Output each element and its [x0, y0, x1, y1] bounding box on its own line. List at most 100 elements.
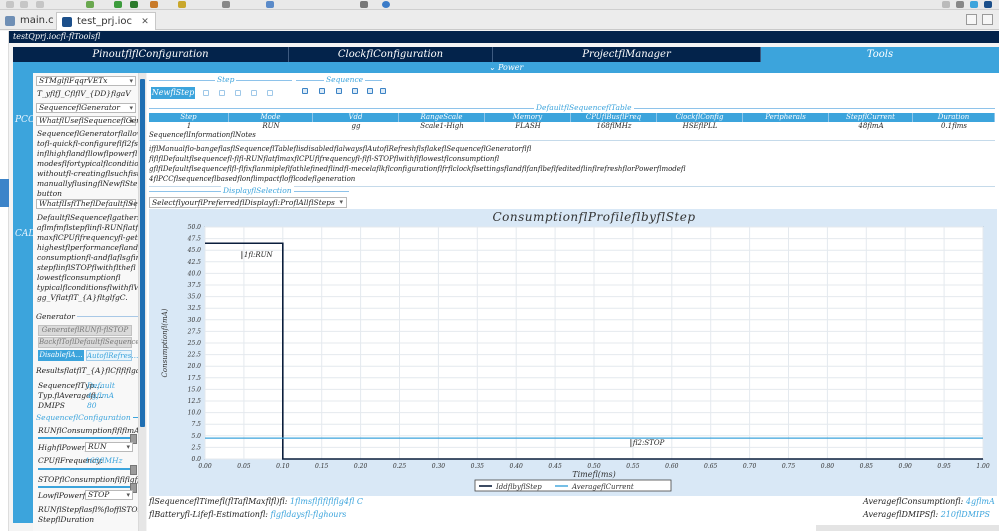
table-cell[interactable]: 48flmA: [829, 122, 913, 131]
refresh-sequence-icon[interactable]: [367, 88, 373, 94]
mcu-select[interactable]: STMglflFqqrVETx: [36, 76, 136, 86]
battery-life-value: flgfldaysfl-flghours: [270, 510, 347, 519]
display-select[interactable]: SelectflyourflPreferredflDisplayfl:Profl…: [149, 197, 347, 208]
move-down-icon[interactable]: [251, 90, 257, 96]
back-icon[interactable]: [6, 1, 14, 8]
table-cell[interactable]: 1: [149, 122, 229, 131]
delete-step-icon[interactable]: [203, 90, 209, 96]
x-tick-label: 0.45: [548, 463, 562, 470]
what-is-generator-select[interactable]: WhatflUseflSequenceflGener…: [36, 116, 138, 126]
debug-icon[interactable]: [86, 1, 94, 8]
table-cell[interactable]: Scale1-High: [399, 122, 485, 131]
y-tick-label: 5.0: [191, 433, 201, 440]
misc-icon[interactable]: [360, 1, 368, 8]
high-power-mode-select[interactable]: RUN: [85, 442, 133, 452]
disable-auto-button[interactable]: DisableflA…: [38, 350, 84, 361]
table-header[interactable]: CPUflBusflFreq: [571, 113, 657, 122]
save-sequence-icon[interactable]: [319, 88, 325, 94]
generate-run-stop-button[interactable]: GenerateflRUNfl-flSTOP: [38, 325, 132, 336]
perspective-cpp-icon[interactable]: [956, 1, 964, 8]
legend-label-average: AverageflCurrent: [571, 483, 634, 491]
y-tick-label: 45.0: [187, 247, 202, 254]
search-icon[interactable]: [266, 1, 274, 8]
editor-tabbar: main.c test_prj.ioc ✕: [0, 10, 999, 30]
table-header[interactable]: Step: [149, 113, 229, 122]
table-header[interactable]: ClockflConfig: [657, 113, 743, 122]
y-tick-label: 35.0: [188, 294, 202, 301]
x-tick-label: 0.65: [704, 463, 718, 470]
power-header[interactable]: ⌄ Power: [13, 62, 999, 73]
bottom-scrollbar[interactable]: [816, 525, 999, 531]
delete-sequence-icon[interactable]: [336, 88, 342, 94]
y-tick-label: 0.0: [191, 456, 201, 463]
side-view-selection[interactable]: [0, 179, 9, 207]
perspective-device-icon[interactable]: [970, 1, 978, 8]
table-header[interactable]: StepflCurrent: [829, 113, 913, 122]
compare-sequence-icon[interactable]: [352, 88, 358, 94]
new-step-button[interactable]: NewflStep: [151, 87, 195, 99]
table-cell[interactable]: RUN: [229, 122, 313, 131]
table-header[interactable]: Peripherals: [743, 113, 829, 122]
table-header[interactable]: Duration: [913, 113, 995, 122]
table-cell[interactable]: 0.1flms: [913, 122, 995, 131]
info-line: 4flPCCflsequenceflbasedflonflimpactfloff…: [149, 175, 356, 183]
side-view-strip: [0, 31, 9, 531]
average-dmips-stat: AverageflDMIPSfl: 210flDMIPS: [863, 510, 990, 519]
y-tick-label: 20.0: [187, 363, 202, 370]
auto-refresh-button[interactable]: AutoflRefres…: [86, 350, 138, 361]
navigate-icon[interactable]: [36, 1, 44, 8]
tab-project-manager[interactable]: ProjectflManager: [493, 47, 761, 62]
tab-tools[interactable]: Tools: [761, 47, 999, 62]
x-tick-label: 0.60: [665, 463, 679, 470]
table-cell[interactable]: gg: [313, 122, 399, 131]
move-up-icon[interactable]: [235, 90, 241, 96]
duplicate-step-icon[interactable]: [219, 90, 225, 96]
editor-tab-main-c[interactable]: main.c: [0, 12, 60, 30]
what-is-default-select[interactable]: WhatflIsflTheflDefaultflSequ…: [36, 199, 138, 209]
info-icon[interactable]: [382, 1, 390, 8]
left-panel-scroll-thumb[interactable]: [140, 79, 145, 427]
description-line: gg_VflatflT_{A}fltglfgC.: [37, 293, 128, 302]
table-header[interactable]: RangeScale: [399, 113, 485, 122]
low-power-mode-select[interactable]: STOP: [85, 490, 133, 500]
step-menu-icon[interactable]: [267, 90, 273, 96]
table-header[interactable]: Mode: [229, 113, 313, 122]
table-cell[interactable]: FLASH: [485, 122, 571, 131]
tab-pinout-configuration[interactable]: PinoutflflConfiguration: [13, 47, 289, 62]
export-sequence-icon[interactable]: [380, 88, 386, 94]
run-config-icon[interactable]: [130, 1, 138, 8]
maximize-icon[interactable]: [982, 14, 993, 25]
external-tools-icon[interactable]: [222, 1, 230, 8]
stop-consumption-slider[interactable]: [38, 483, 137, 493]
back-to-default-button[interactable]: BackflToflDefaultflSequence: [38, 337, 138, 348]
c-file-icon: [5, 16, 15, 26]
perspective-icon[interactable]: [942, 1, 950, 8]
left-panel-scrollbar[interactable]: [139, 73, 146, 531]
perspective-debug-icon[interactable]: [984, 1, 992, 8]
table-cell[interactable]: 168flMHz: [571, 122, 657, 131]
category-pcc[interactable]: PCC: [15, 115, 35, 125]
consumption-chart-svg: 0.00 0.05 0.10 0.15 0.20 0.25 0.30 0.35 0.40 0.45…: [161, 210, 990, 492]
description-line: withoutfl-creatingflsuchfistepsfl: [37, 169, 139, 178]
forward-icon[interactable]: [20, 1, 28, 8]
build-icon[interactable]: [150, 1, 158, 8]
editor-tab-test-prj-ioc[interactable]: test_prj.ioc ✕: [56, 12, 156, 30]
table-cell[interactable]: HSEflPLL: [657, 122, 743, 131]
close-tab-icon[interactable]: ✕: [141, 17, 149, 27]
run-consumption-slider[interactable]: [38, 434, 137, 444]
description-line: DefaultflSequenceflgathersfl: [37, 213, 139, 222]
generator-select[interactable]: SequenceflGenerator: [36, 103, 136, 113]
y-tick-label: 25.0: [187, 340, 202, 347]
table-cell[interactable]: [743, 122, 829, 131]
table-header[interactable]: Vdd: [313, 113, 399, 122]
cpu-frequency-slider[interactable]: [38, 465, 137, 475]
table-header[interactable]: Memory: [485, 113, 571, 122]
sequence-section: Sequence: [296, 75, 382, 84]
minimize-icon[interactable]: [966, 14, 977, 25]
tab-clock-configuration[interactable]: ClockflConfiguration: [289, 47, 493, 62]
description-line: tofl-quickfl-configureflfl2fsteps:: [37, 139, 138, 148]
tool-icon[interactable]: [178, 1, 186, 8]
open-sequence-icon[interactable]: [302, 88, 308, 94]
info-line: ifflManualflo-bangeflasflSequenceflTable…: [149, 145, 532, 153]
run-icon[interactable]: [114, 1, 122, 8]
